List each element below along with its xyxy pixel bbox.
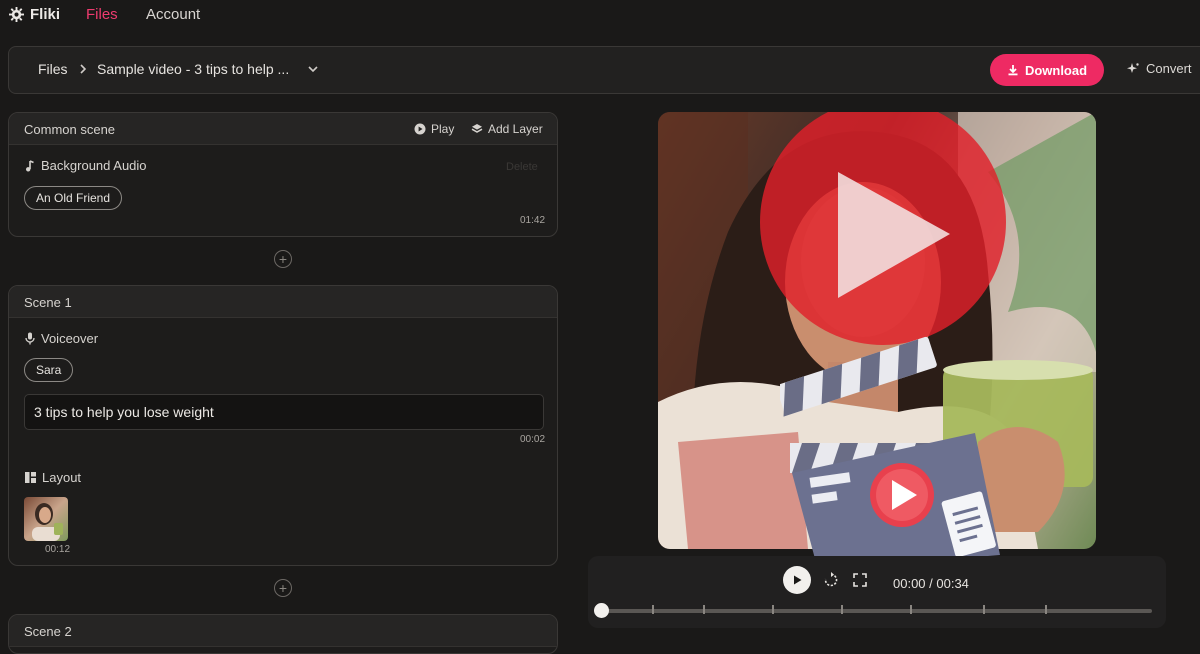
scene-text-input[interactable]: 3 tips to help you lose weight	[24, 394, 544, 430]
play-label: Play	[431, 122, 455, 136]
replay-icon[interactable]	[823, 572, 839, 588]
add-layer-label: Add Layer	[488, 122, 543, 136]
common-scene-header: Common scene Play Add Layer	[9, 113, 557, 145]
background-audio-text: Background Audio	[41, 158, 147, 173]
timeline-scrubber[interactable]	[594, 603, 609, 618]
scene-1-header: Scene 1	[9, 286, 557, 318]
voice-chip[interactable]: Sara	[24, 358, 74, 382]
scene-2-title: Scene 2	[24, 624, 72, 639]
download-button[interactable]: Download	[990, 54, 1104, 86]
microphone-icon	[25, 332, 35, 345]
add-scene-button-2[interactable]: +	[274, 579, 292, 597]
delete-audio-link[interactable]: Delete	[506, 161, 538, 173]
player-controls	[588, 556, 1166, 628]
nav-link-account[interactable]: Account	[146, 6, 200, 23]
chevron-right-icon	[80, 64, 87, 74]
audio-track-chip[interactable]: An Old Friend	[24, 186, 123, 210]
timeline-scene-marker	[983, 605, 985, 614]
scene-1-card: Scene 1 Voiceover Sara 3 tips to help yo…	[8, 285, 558, 566]
play-icon	[794, 575, 802, 585]
layout-duration: 00:12	[45, 544, 71, 555]
play-button[interactable]	[783, 566, 811, 594]
download-icon	[1008, 65, 1018, 76]
scene-1-title: Scene 1	[24, 295, 72, 310]
chevron-down-icon[interactable]	[308, 65, 318, 73]
layout-text: Layout	[42, 470, 82, 485]
nav-link-files[interactable]: Files	[86, 6, 118, 23]
common-scene-title: Common scene	[24, 122, 116, 137]
breadcrumb-current-file[interactable]: Sample video - 3 tips to help ...	[97, 61, 289, 77]
app-logo[interactable]: Fliki	[9, 6, 60, 23]
fullscreen-icon[interactable]	[853, 573, 867, 587]
plus-icon: +	[278, 580, 288, 596]
add-scene-button[interactable]: +	[274, 250, 292, 268]
top-nav: Fliki Files Account	[0, 0, 1200, 30]
voiceover-label: Voiceover	[25, 331, 98, 346]
convert-label: Convert	[1146, 61, 1192, 76]
timeline-scene-marker	[703, 605, 705, 614]
playback-time: 00:00 / 00:34	[893, 576, 969, 591]
sparkle-icon	[1127, 62, 1139, 73]
breadcrumb-files[interactable]: Files	[38, 61, 68, 77]
scene-2-header: Scene 2	[9, 615, 557, 647]
layout-label: Layout	[25, 470, 81, 485]
text-duration: 00:02	[520, 434, 546, 445]
download-label: Download	[1024, 62, 1088, 78]
plus-icon: +	[278, 251, 288, 267]
play-circle-icon	[414, 123, 426, 135]
scene-2-card: Scene 2	[8, 614, 558, 654]
clapperboard-icon	[780, 336, 1000, 570]
common-scene-card: Common scene Play Add Layer Background A…	[8, 112, 558, 237]
timeline-scene-marker	[841, 605, 843, 614]
logo-text: Fliki	[30, 6, 61, 23]
woman-thumbnail-icon	[32, 503, 63, 541]
layout-thumbnail[interactable]	[24, 497, 68, 541]
gear-icon	[9, 7, 24, 22]
timeline-scene-marker	[1045, 605, 1047, 614]
timeline-scene-marker	[910, 605, 912, 614]
convert-button[interactable]: Convert	[1126, 61, 1192, 76]
timeline-scene-marker	[652, 605, 654, 614]
voiceover-text: Voiceover	[41, 331, 99, 346]
timeline-track[interactable]	[602, 609, 1152, 613]
play-scene-button[interactable]: Play	[414, 122, 454, 136]
music-note-icon	[26, 159, 34, 171]
add-layer-button[interactable]: Add Layer	[471, 122, 543, 136]
layout-grid-icon	[25, 472, 36, 483]
audio-duration: 01:42	[520, 215, 546, 226]
layers-icon	[471, 124, 483, 133]
timeline-scene-marker	[772, 605, 774, 614]
background-audio-label: Background Audio	[25, 158, 147, 173]
